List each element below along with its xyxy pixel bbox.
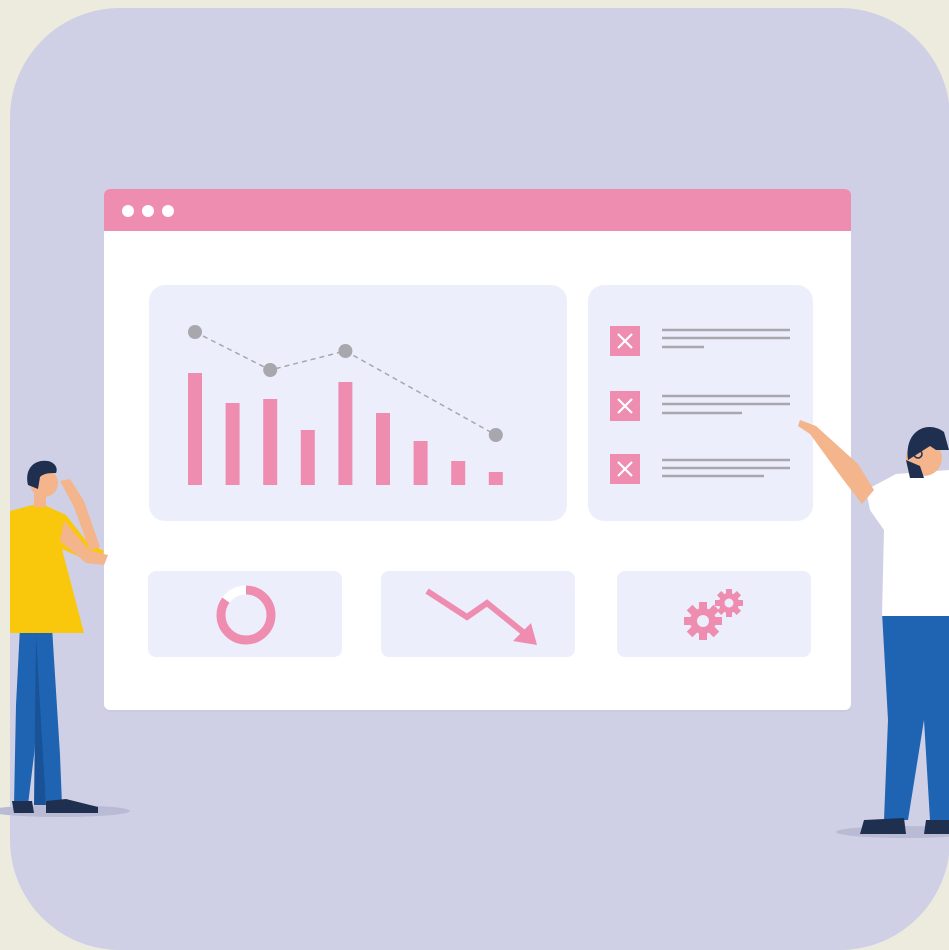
chart-bar — [188, 373, 202, 485]
chart-bar — [488, 472, 503, 485]
trend-point — [188, 325, 202, 339]
donut-chart-icon — [216, 585, 276, 645]
checklist-item[interactable] — [610, 326, 790, 356]
trend-point — [488, 428, 503, 442]
window-control-dot[interactable] — [122, 205, 134, 217]
trend-widget[interactable] — [381, 571, 575, 657]
chart-bar — [225, 403, 240, 485]
checklist-item[interactable] — [610, 454, 790, 484]
chart-bar — [376, 413, 390, 485]
person-pointing-illustration — [798, 420, 949, 838]
browser-window — [104, 189, 851, 710]
trend-point — [263, 363, 278, 377]
bar-chart — [188, 325, 503, 485]
window-control-dot[interactable] — [162, 205, 174, 217]
trend-down-arrow-icon — [425, 588, 537, 645]
chart-panel — [149, 285, 567, 521]
settings-widget[interactable] — [617, 571, 811, 657]
chart-bar — [300, 430, 315, 485]
gears-icon — [684, 589, 743, 640]
chart-bar — [263, 399, 278, 485]
checklist-panel — [588, 285, 813, 521]
trend-point — [338, 344, 353, 358]
chart-bar — [413, 441, 428, 485]
checklist-item[interactable] — [610, 391, 790, 421]
chart-bar — [451, 461, 466, 485]
chart-bar — [338, 382, 353, 485]
donut-widget[interactable] — [148, 571, 342, 657]
window-titlebar — [104, 189, 851, 231]
person-thinking-illustration — [0, 460, 130, 817]
window-control-dot[interactable] — [142, 205, 154, 217]
